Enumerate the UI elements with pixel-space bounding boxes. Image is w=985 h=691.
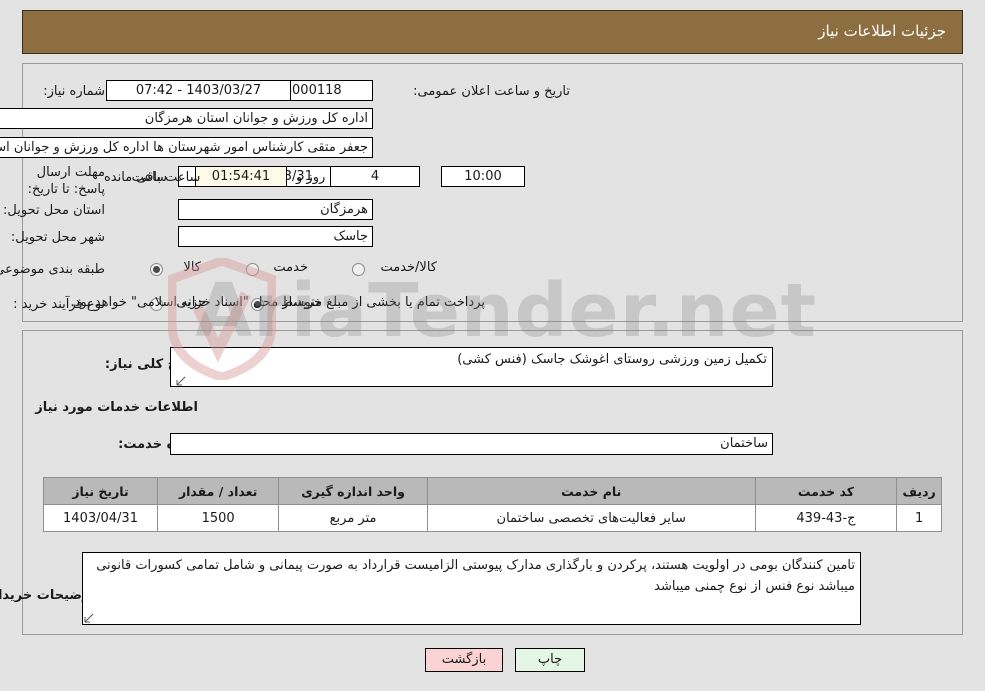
category-radio-kala-khedmat[interactable] [352,263,365,276]
remaining-label: ساعت باقی مانده [104,170,201,185]
cell-row-no: 1 [896,504,942,532]
col-header-service-name: نام خدمت [426,477,756,505]
requester-value: جعفر متقی کارشناس امور شهرستان ها اداره … [0,137,373,158]
category-radio-kala[interactable] [150,263,163,276]
general-desc-value[interactable]: تکمیل زمین ورزشی روستای اغوشک جاسک (فنس … [170,347,773,387]
services-table: ردیف کد خدمت نام خدمت واحد اندازه گیری ت… [42,477,942,532]
need-summary-panel [22,63,963,322]
hour-value: 10:00 [441,166,525,187]
countdown-value: 01:54:41 [195,166,287,187]
cell-service-code: ج-43-439 [754,504,898,532]
col-header-unit: واحد اندازه گیری [278,477,428,505]
buyer-notes-label: توضیحات خریدار: [0,588,95,603]
category-radio-label-kala-khedmat: کالا/خدمت [380,260,437,275]
province-value: هرمزگان [178,199,373,220]
resize-grip-icon-notes[interactable] [84,613,94,623]
announce-datetime-label: تاریخ و ساعت اعلان عمومی: [413,84,570,99]
category-radio-khedmat[interactable] [246,263,259,276]
need-number-label: شماره نیاز: [43,84,105,99]
buyer-notes-value[interactable]: تامین کنندگان بومی در اولویت هستند، پرکر… [82,552,861,625]
announce-datetime-value: 1403/03/27 - 07:42 [106,80,291,101]
resize-grip-icon[interactable] [176,376,186,386]
col-header-quantity: تعداد / مقدار [157,477,280,505]
days-label: روز و [296,170,326,185]
col-header-row-no: ردیف [896,477,942,505]
days-value: 4 [330,166,420,187]
buyer-org-value: اداره کل ورزش و جوانان استان هرمزگان [0,108,373,129]
services-info-title: اطلاعات خدمات مورد نیاز [35,400,198,415]
category-label: طبقه بندی موضوعی: [0,262,105,277]
service-group-value: ساختمان [170,433,773,455]
table-row: 1 ج-43-439 سایر فعالیت‌های تخصصی ساختمان… [42,504,942,532]
province-label: استان محل تحویل: [3,203,105,218]
category-radio-label-kala: کالا [183,260,201,275]
page-header-bar: جزئیات اطلاعات نیاز [22,10,963,54]
deadline-label: مهلت ارسال پاسخ: تا تاریخ: [27,165,105,197]
page-title: جزئیات اطلاعات نیاز [818,22,946,40]
col-header-service-code: کد خدمت [754,477,898,505]
cell-unit: متر مربع [278,504,428,532]
process-note: پرداخت تمام یا بخشی از مبلغ خرید،از محل … [70,295,485,310]
need-details-page: AriaTender.net جزئیات اطلاعات نیاز شماره… [0,0,985,691]
cell-service-name: سایر فعالیت‌های تخصصی ساختمان [426,504,756,532]
print-button[interactable]: چاپ [515,648,585,672]
category-radio-label-khedmat: خدمت [273,260,308,275]
city-value: جاسک [178,226,373,247]
col-header-need-date: تاریخ نیاز [42,477,159,505]
cell-need-date: 1403/04/31 [42,504,159,532]
city-label: شهر محل تحویل: [10,230,105,245]
back-button[interactable]: بازگشت [425,648,503,672]
cell-quantity: 1500 [157,504,280,532]
table-header-row: ردیف کد خدمت نام خدمت واحد اندازه گیری ت… [42,477,942,505]
